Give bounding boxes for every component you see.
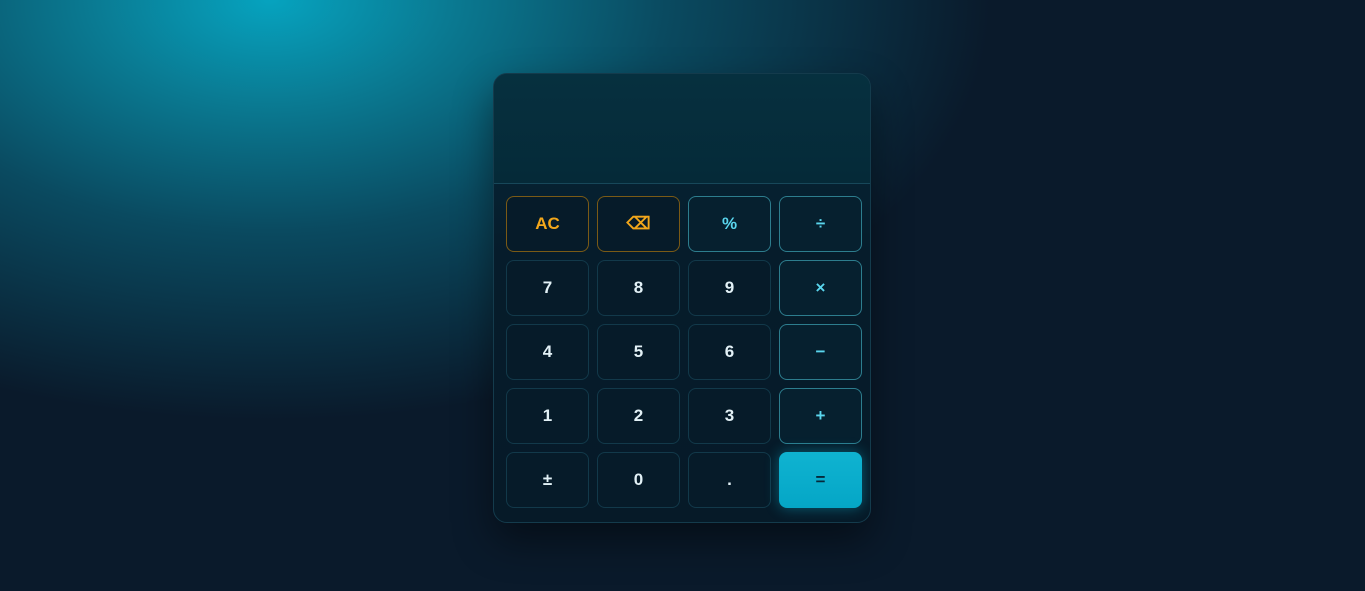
keypad: AC ⌫ % ÷ 7 8 9 × 4 5 6 − 1 2 3 + ± 0 . =	[506, 196, 862, 508]
digit-2-button[interactable]: 2	[597, 388, 680, 444]
plus-button[interactable]: +	[779, 388, 862, 444]
digit-7-button[interactable]: 7	[506, 260, 589, 316]
multiply-button[interactable]: ×	[779, 260, 862, 316]
digit-6-button[interactable]: 6	[688, 324, 771, 380]
digit-8-button[interactable]: 8	[597, 260, 680, 316]
all-clear-button[interactable]: AC	[506, 196, 589, 252]
calculator: AC ⌫ % ÷ 7 8 9 × 4 5 6 − 1 2 3 + ± 0 . =	[493, 73, 871, 523]
digit-5-button[interactable]: 5	[597, 324, 680, 380]
decimal-point-button[interactable]: .	[688, 452, 771, 508]
digit-9-button[interactable]: 9	[688, 260, 771, 316]
backspace-button[interactable]: ⌫	[597, 196, 680, 252]
equals-button[interactable]: =	[779, 452, 862, 508]
digit-3-button[interactable]: 3	[688, 388, 771, 444]
divide-button[interactable]: ÷	[779, 196, 862, 252]
digit-1-button[interactable]: 1	[506, 388, 589, 444]
minus-button[interactable]: −	[779, 324, 862, 380]
toggle-sign-button[interactable]: ±	[506, 452, 589, 508]
display-panel	[494, 74, 870, 184]
percent-button[interactable]: %	[688, 196, 771, 252]
digit-4-button[interactable]: 4	[506, 324, 589, 380]
digit-0-button[interactable]: 0	[597, 452, 680, 508]
